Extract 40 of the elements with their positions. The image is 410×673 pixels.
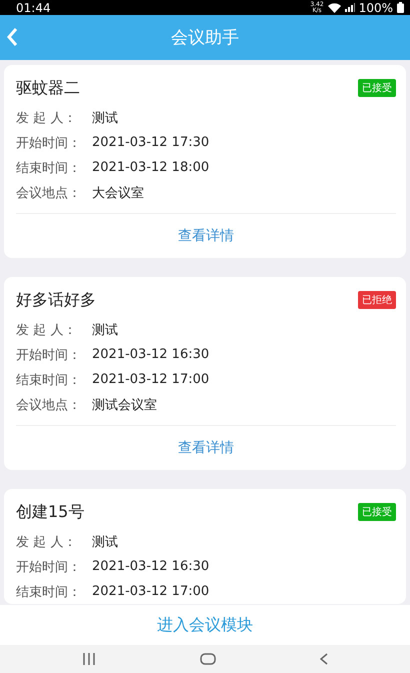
field-label: 结束时间：: [16, 160, 82, 176]
home-icon[interactable]: [200, 653, 216, 665]
wifi-icon: [328, 2, 341, 12]
meeting-title: 好多话好多: [16, 290, 96, 310]
meeting-title: 驱蚊器二: [16, 78, 80, 98]
field-value: 2021-03-12 16:30: [92, 559, 210, 574]
recent-apps-icon[interactable]: [82, 653, 96, 665]
field-label: 结束时间：: [16, 584, 82, 600]
field-label: 发 起 人：: [16, 110, 78, 126]
field-value: 大会议室: [92, 184, 144, 202]
field-label: 开始时间：: [16, 134, 82, 152]
field-label: 结束时间：: [16, 372, 82, 388]
back-nav-icon[interactable]: [320, 653, 328, 665]
signal-icon: [344, 3, 355, 12]
field-value: 测试会议室: [92, 396, 157, 414]
field-value: 2021-03-12 18:00: [92, 160, 210, 175]
field-label: 会议地点：: [16, 184, 82, 202]
field-label: 发 起 人：: [16, 322, 78, 338]
field-value: 测试: [92, 322, 118, 338]
field-value: 2021-03-12 17:00: [92, 372, 210, 387]
field-label: 开始时间：: [16, 558, 82, 576]
enter-module-button[interactable]: 进入会议模块: [0, 605, 410, 645]
field-label: 会议地点：: [16, 396, 82, 414]
field-value: 2021-03-12 17:00: [92, 584, 210, 599]
page-title: 会议助手: [171, 27, 239, 49]
field-value: 测试: [92, 534, 118, 550]
status-tag: 已拒绝: [358, 291, 396, 309]
details-link[interactable]: 查看详情: [178, 439, 234, 457]
field-label: 开始时间：: [16, 346, 82, 364]
details-link[interactable]: 查看详情: [178, 227, 234, 245]
field-value: 测试: [92, 110, 118, 126]
battery-percent: 100%: [358, 0, 393, 14]
field-label: 发 起 人：: [16, 534, 78, 550]
status-tag: 已接受: [358, 503, 396, 521]
status-tag: 已接受: [358, 79, 396, 97]
battery-icon: [397, 2, 404, 13]
field-value: 2021-03-12 17:30: [92, 135, 210, 150]
clock-time: 01:44: [16, 0, 51, 14]
meeting-title: 创建15号: [16, 502, 84, 522]
field-value: 2021-03-12 16:30: [92, 347, 210, 362]
